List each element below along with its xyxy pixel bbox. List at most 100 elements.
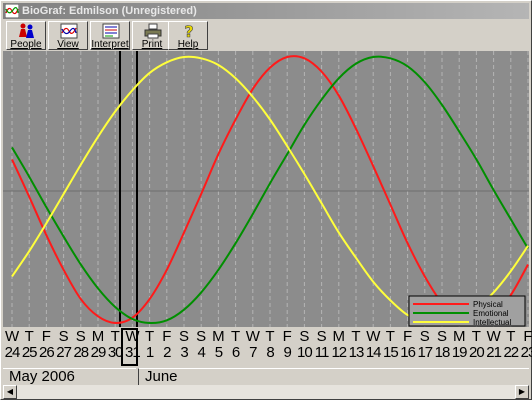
interpret-button-label: Interpret (91, 39, 129, 50)
date-label[interactable]: 24 (4, 344, 21, 361)
month-axis: May 2006 June (3, 368, 529, 385)
weekday-label: S (58, 328, 69, 345)
weekday-label: M (91, 328, 105, 345)
interpret-icon (102, 23, 120, 39)
date-label[interactable]: 6 (228, 344, 244, 361)
title-bar[interactable]: BioGraf: Edmilson (Unregistered) (3, 3, 529, 19)
date-label[interactable]: 8 (262, 344, 278, 361)
date-label[interactable]: 5 (210, 344, 226, 361)
weekday-label: W (5, 328, 20, 345)
date-label[interactable]: 2 (159, 344, 175, 361)
weekday-label: W (486, 328, 501, 345)
right-arrow-icon: ▶ (518, 387, 526, 396)
weekday-label: S (75, 328, 86, 345)
weekday-label: F (162, 328, 172, 345)
date-label[interactable]: 25 (21, 344, 38, 361)
weekday-label: T (351, 328, 361, 345)
weekday-label: T (385, 328, 395, 345)
date-label[interactable]: 15 (382, 344, 399, 361)
weekday-label: S (419, 328, 430, 345)
weekday-label: M (332, 328, 346, 345)
horizontal-scrollbar[interactable]: ◀ ▶ (3, 385, 529, 399)
print-icon (144, 23, 162, 39)
legend-label-intellectual: Intellectual (473, 318, 511, 327)
date-label[interactable]: 16 (400, 344, 416, 361)
date-label[interactable]: 20 (468, 344, 485, 361)
weekday-label: W (366, 328, 381, 345)
date-label[interactable]: 21 (486, 344, 502, 361)
date-label[interactable]: 31 (124, 344, 141, 361)
date-label[interactable]: 9 (279, 344, 295, 361)
date-label[interactable]: 26 (38, 344, 55, 361)
weekday-label: T (145, 328, 155, 345)
month-june-label: June (145, 368, 178, 385)
weekday-label: W (245, 328, 260, 345)
weekday-label: M (212, 328, 225, 345)
date-label[interactable]: 27 (56, 344, 72, 361)
day-axis: W 24 T 25 F 26 S 27 S 28 M 29 T 30 W 31 T 1 F 2 S 3 S 4 M 5 T 6 W 7 T 8… (3, 328, 532, 368)
date-label[interactable]: 1 (142, 344, 158, 361)
left-arrow-icon: ◀ (6, 387, 14, 396)
date-label[interactable]: 11 (314, 344, 330, 361)
date-label[interactable]: 13 (348, 344, 365, 361)
weekday-label: F (403, 328, 413, 345)
people-button-label: People (10, 39, 42, 50)
help-button[interactable]: ? Help (168, 21, 208, 50)
legend-label-physical: Physical (473, 300, 503, 309)
weekday-label: F (523, 328, 532, 345)
month-june: June (138, 368, 529, 385)
print-button-label: Print (141, 39, 163, 50)
date-label[interactable]: 18 (434, 344, 451, 361)
month-may-label: May 2006 (9, 368, 75, 385)
date-label[interactable]: 14 (365, 344, 382, 361)
biorhythm-chart[interactable]: Physical Emotional Intellectual (3, 51, 529, 327)
date-label[interactable]: 19 (451, 344, 468, 361)
date-label[interactable]: 22 (503, 344, 519, 361)
date-label[interactable]: 23 (520, 344, 532, 361)
help-icon: ? (184, 23, 194, 39)
weekday-label: F (41, 328, 51, 345)
view-button-label: View (57, 39, 79, 50)
weekday-label: S (178, 328, 189, 345)
people-button[interactable]: People (6, 21, 46, 50)
weekday-label: T (265, 328, 275, 345)
date-label[interactable]: 12 (331, 344, 347, 361)
date-label[interactable]: 17 (417, 344, 433, 361)
weekday-label: T (24, 328, 34, 345)
people-icon (19, 23, 34, 38)
toolbar: People View Interpret Print ? Help (3, 20, 529, 51)
window-title: BioGraf: Edmilson (Unregistered) (22, 5, 197, 17)
date-label[interactable]: 3 (176, 344, 192, 361)
weekday-label: S (316, 328, 327, 345)
date-label[interactable]: 28 (73, 344, 89, 361)
month-may: May 2006 (3, 368, 136, 385)
print-button[interactable]: Print (132, 21, 172, 50)
weekday-label: T (506, 328, 516, 345)
date-label[interactable]: 29 (90, 344, 107, 361)
svg-text:?: ? (184, 23, 193, 39)
scroll-left-button[interactable]: ◀ (3, 385, 17, 399)
date-label[interactable]: 7 (245, 344, 261, 361)
weekday-label: T (231, 328, 241, 345)
legend-label-emotional: Emotional (473, 309, 509, 318)
scroll-right-button[interactable]: ▶ (515, 385, 529, 399)
view-button[interactable]: View (48, 21, 88, 50)
weekday-label: S (196, 328, 207, 345)
biograf-window: BioGraf: Edmilson (Unregistered) People … (0, 0, 532, 400)
weekday-label: W (125, 328, 140, 345)
chart-canvas: PhysicalEmotionalIntellectual (3, 51, 529, 327)
chart-grid (11, 51, 529, 327)
weekday-label: T (110, 328, 120, 345)
weekday-label: T (471, 328, 481, 345)
help-button-label: Help (177, 39, 199, 50)
view-icon (60, 23, 78, 39)
date-label[interactable]: 30 (107, 344, 124, 361)
interpret-button[interactable]: Interpret (90, 21, 130, 50)
weekday-label: M (452, 328, 466, 345)
weekday-label: S (436, 328, 447, 345)
app-icon (5, 4, 19, 18)
chart-legend: PhysicalEmotionalIntellectual (408, 295, 526, 327)
date-label[interactable]: 4 (193, 344, 209, 361)
date-label[interactable]: 10 (296, 344, 313, 361)
weekday-label: S (299, 328, 310, 345)
